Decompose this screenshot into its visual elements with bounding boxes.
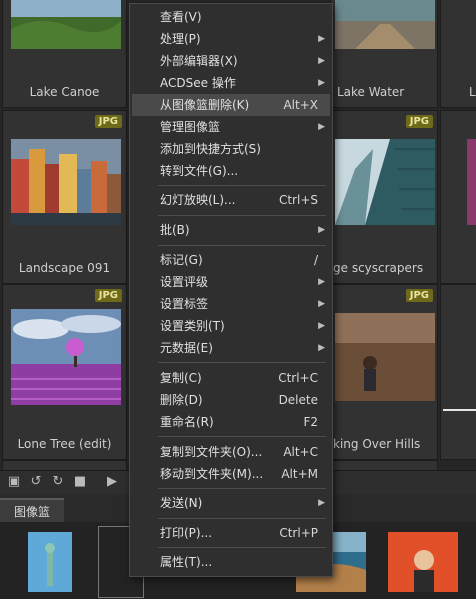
menu-item-copy[interactable]: 复制(C) Ctrl+C bbox=[132, 367, 330, 389]
menu-item-external-editor[interactable]: 外部编辑器(X) ▶ bbox=[132, 50, 330, 72]
tab-image-basket[interactable]: 图像篮 bbox=[0, 498, 65, 524]
menu-item-acdsee-actions[interactable]: ACDSee 操作 ▶ bbox=[132, 72, 330, 94]
menu-item-go-to-file[interactable]: 转到文件(G)... bbox=[132, 160, 330, 182]
menu-separator bbox=[158, 362, 326, 363]
thumbnail-image bbox=[11, 0, 121, 49]
submenu-arrow-icon: ▶ bbox=[318, 34, 325, 44]
thumbnail-tile[interactable]: JPG Landscape 091 bbox=[2, 110, 127, 284]
menu-item-set-category[interactable]: 设置类别(T) ▶ bbox=[132, 315, 330, 337]
thumbnail-image bbox=[335, 139, 435, 225]
file-type-badge: JPG bbox=[405, 289, 433, 302]
thumbnail-caption: king Over Hills bbox=[333, 437, 421, 451]
thumbnail-tile[interactable]: JPG ge scyscrapers bbox=[330, 110, 438, 284]
menu-separator bbox=[158, 215, 326, 216]
submenu-arrow-icon: ▶ bbox=[318, 498, 325, 508]
thumbnail-caption: L bbox=[469, 85, 476, 99]
menu-item-metadata[interactable]: 元数据(E) ▶ bbox=[132, 337, 330, 359]
menu-item-properties[interactable]: 属性(T)... bbox=[132, 551, 330, 573]
menu-item-manage-basket[interactable]: 管理图像篮 ▶ bbox=[132, 116, 330, 138]
menu-item-print[interactable]: 打印(P)... Ctrl+P bbox=[132, 522, 330, 544]
menu-separator bbox=[158, 185, 326, 186]
submenu-arrow-icon: ▶ bbox=[318, 78, 325, 88]
menu-item-copy-to-folder[interactable]: 复制到文件夹(O)... Alt+C bbox=[132, 441, 330, 463]
thumbnail-tile[interactable]: JPG king Over Hills bbox=[330, 284, 438, 460]
thumbnail-image bbox=[11, 139, 121, 225]
menu-item-remove-from-basket[interactable]: 从图像篮删除(K) Alt+X bbox=[132, 94, 330, 116]
thumbnail-tile[interactable]: JPG Lone Tree (edit) bbox=[2, 284, 127, 460]
submenu-arrow-icon: ▶ bbox=[318, 56, 325, 66]
menu-item-tag[interactable]: 标记(G) / bbox=[132, 249, 330, 271]
context-menu: 查看(V) 处理(P) ▶ 外部编辑器(X) ▶ ACDSee 操作 ▶ 从图像篮删除… bbox=[129, 3, 333, 577]
menu-item-rename[interactable]: 重命名(R) F2 bbox=[132, 411, 330, 433]
thumbnail-tile[interactable] bbox=[440, 110, 476, 284]
thumbnail-caption: ge scyscrapers bbox=[333, 261, 424, 275]
thumbnail-image bbox=[335, 0, 435, 49]
menu-item-process[interactable]: 处理(P) ▶ bbox=[132, 28, 330, 50]
thumbnail-caption: Lake Canoe bbox=[29, 85, 100, 99]
menu-item-view[interactable]: 查看(V) bbox=[132, 6, 330, 28]
submenu-arrow-icon: ▶ bbox=[318, 225, 325, 235]
thumbnail-image bbox=[467, 139, 476, 225]
menu-separator bbox=[158, 436, 326, 437]
rotate-right-icon[interactable]: ↻ bbox=[50, 474, 66, 490]
progress-line bbox=[443, 409, 476, 411]
menu-item-set-rating[interactable]: 设置评级 ▶ bbox=[132, 271, 330, 293]
submenu-arrow-icon: ▶ bbox=[318, 277, 325, 287]
menu-separator bbox=[158, 488, 326, 489]
menu-item-send[interactable]: 发送(N) ▶ bbox=[132, 492, 330, 514]
rotate-left-icon[interactable]: ↺ bbox=[28, 474, 44, 490]
thumbnail-caption: Lone Tree (edit) bbox=[17, 437, 112, 451]
menu-separator bbox=[158, 547, 326, 548]
menu-item-move-to-folder[interactable]: 移动到文件夹(M)... Alt+M bbox=[132, 463, 330, 485]
play-icon[interactable]: ▶ bbox=[104, 474, 120, 490]
menu-item-add-to-shortcuts[interactable]: 添加到快捷方式(S) bbox=[132, 138, 330, 160]
thumbnail-image bbox=[11, 309, 121, 405]
thumbnail-image bbox=[335, 313, 435, 401]
thumbnail-caption: Landscape 091 bbox=[18, 261, 111, 275]
basket-thumbnail[interactable] bbox=[28, 532, 72, 592]
submenu-arrow-icon: ▶ bbox=[318, 122, 325, 132]
thumbnail-tile[interactable]: Lake Canoe bbox=[2, 0, 127, 108]
thumbnail-caption: Lake Water bbox=[337, 85, 405, 99]
thumbnail-tile[interactable]: Lake Water bbox=[330, 0, 438, 108]
square-icon[interactable]: ■ bbox=[72, 474, 88, 490]
menu-separator bbox=[158, 518, 326, 519]
menu-item-slideshow[interactable]: 幻灯放映(L)... Ctrl+S bbox=[132, 189, 330, 211]
basket-thumbnail[interactable] bbox=[388, 532, 458, 592]
menu-separator bbox=[158, 245, 326, 246]
submenu-arrow-icon: ▶ bbox=[318, 343, 325, 353]
menu-item-batch[interactable]: 批(B) ▶ bbox=[132, 219, 330, 241]
thumbnail-tile[interactable] bbox=[440, 284, 476, 460]
file-type-badge: JPG bbox=[94, 115, 122, 128]
submenu-arrow-icon: ▶ bbox=[318, 299, 325, 309]
file-type-badge: JPG bbox=[94, 289, 122, 302]
menu-item-delete[interactable]: 删除(D) Delete bbox=[132, 389, 330, 411]
save-icon[interactable]: ▣ bbox=[6, 474, 22, 490]
menu-item-set-label[interactable]: 设置标签 ▶ bbox=[132, 293, 330, 315]
thumbnail-tile[interactable]: L bbox=[440, 0, 476, 108]
file-type-badge: JPG bbox=[405, 115, 433, 128]
submenu-arrow-icon: ▶ bbox=[318, 321, 325, 331]
